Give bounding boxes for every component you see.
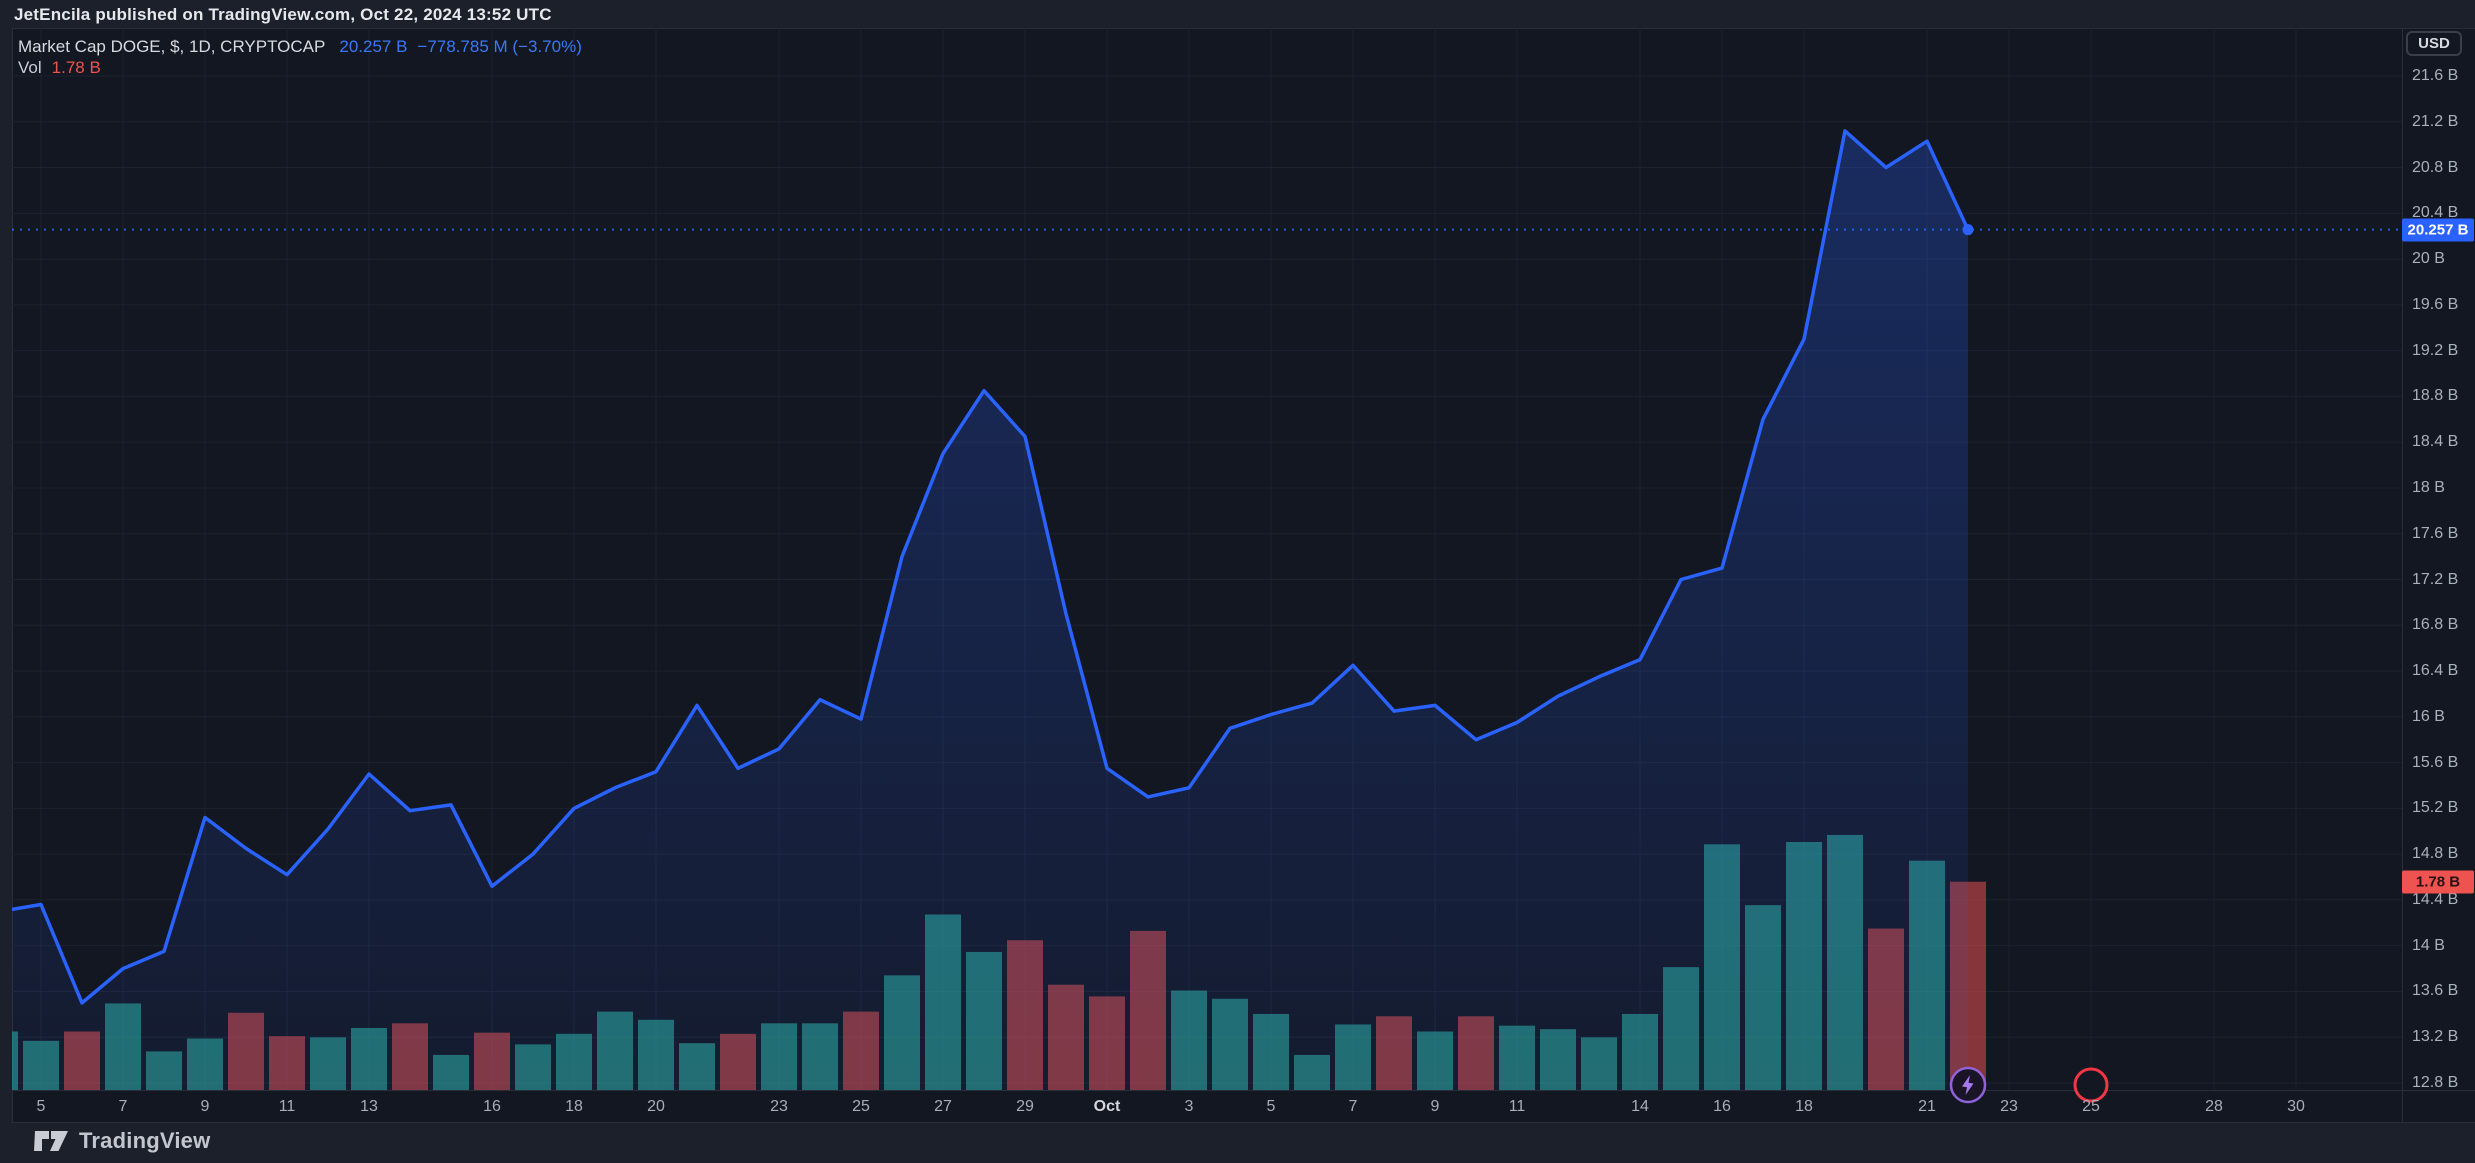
volume-indicator-label[interactable]: Vol [18, 57, 42, 78]
price-change-value: −778.785 M (−3.70%) [417, 36, 581, 57]
price-axis-label: 21.6 B [2412, 67, 2472, 85]
x-axis-label: 5 [1267, 1098, 1276, 1116]
price-axis-label: 17.6 B [2412, 525, 2472, 543]
x-axis-label: 7 [1349, 1098, 1358, 1116]
x-axis-label: 25 [852, 1098, 870, 1116]
x-axis-label: 9 [1431, 1098, 1440, 1116]
x-axis-label: 23 [2000, 1098, 2018, 1116]
chart-plot-area[interactable] [12, 28, 2402, 1122]
x-axis-label: 29 [1016, 1098, 1034, 1116]
price-axis-label: 19.6 B [2412, 296, 2472, 314]
x-axis-label: 28 [2205, 1098, 2223, 1116]
tradingview-logo-text: TradingView [79, 1128, 210, 1154]
chart-legend[interactable]: Market Cap DOGE, $, 1D, CRYPTOCAP 20.257… [18, 36, 582, 78]
price-axis-label: 21.2 B [2412, 113, 2472, 131]
x-axis-label: 11 [1509, 1098, 1526, 1116]
price-axis-label: 16 B [2412, 708, 2472, 726]
price-axis-label: 14 B [2412, 937, 2472, 955]
price-axis-label: 13.6 B [2412, 982, 2472, 1000]
lightning-icon[interactable] [1951, 1068, 1985, 1102]
x-axis-label: 14 [1631, 1098, 1649, 1116]
x-axis-label: 16 [483, 1098, 501, 1116]
price-axis-label: 20.8 B [2412, 159, 2472, 177]
tradingview-published-chart: JetEncila published on TradingView.com, … [0, 0, 2475, 1163]
price-axis-label: 15.2 B [2412, 799, 2472, 817]
last-price-axis-flag: 20.257 B [2402, 218, 2474, 241]
x-axis-label: 18 [565, 1098, 583, 1116]
x-axis-label: 25 [2082, 1098, 2100, 1116]
us-flag-icon[interactable] [2075, 1069, 2107, 1101]
x-axis-month-label: Oct [1094, 1098, 1121, 1116]
x-axis-label: 3 [1185, 1098, 1194, 1116]
x-axis-label: 20 [647, 1098, 665, 1116]
x-axis-label: 23 [770, 1098, 788, 1116]
last-point-dot [1963, 224, 1974, 235]
tradingview-footer[interactable]: TradingView [34, 1128, 210, 1154]
volume-value: 1.78 B [52, 57, 101, 78]
volume-axis-flag: 1.78 B [2402, 870, 2474, 893]
price-axis-label: 16.4 B [2412, 662, 2472, 680]
x-axis-label: 11 [279, 1098, 296, 1116]
x-axis-label: 7 [119, 1098, 128, 1116]
x-axis-label: 27 [934, 1098, 952, 1116]
price-axis-label: 19.2 B [2412, 342, 2472, 360]
price-axis-label: 13.2 B [2412, 1028, 2472, 1046]
frame-border-bottom [12, 1122, 2475, 1123]
x-axis-label: 21 [1918, 1098, 1936, 1116]
currency-usd-button[interactable]: USD [2406, 31, 2462, 56]
x-axis-label: 16 [1713, 1098, 1731, 1116]
price-axis-label: 17.2 B [2412, 571, 2472, 589]
x-axis-label: 30 [2287, 1098, 2305, 1116]
x-axis-label: 18 [1795, 1098, 1813, 1116]
price-axis-label: 16.8 B [2412, 616, 2472, 634]
price-axis-label: 14.4 B [2412, 891, 2472, 909]
tradingview-logo-icon [34, 1128, 70, 1154]
symbol-title[interactable]: Market Cap DOGE, $, 1D, CRYPTOCAP [18, 36, 325, 57]
price-axis-label: 12.8 B [2412, 1074, 2472, 1092]
price-axis-label: 20 B [2412, 250, 2472, 268]
price-axis-label: 15.6 B [2412, 754, 2472, 772]
x-axis-label: 5 [37, 1098, 46, 1116]
attribution-text: JetEncila published on TradingView.com, … [14, 5, 552, 25]
price-axis-label: 18.8 B [2412, 387, 2472, 405]
x-axis-label: 13 [360, 1098, 378, 1116]
price-axis-label: 18 B [2412, 479, 2472, 497]
x-axis-label: 9 [201, 1098, 210, 1116]
mcap-area-fill [12, 131, 1968, 1090]
price-axis-label: 18.4 B [2412, 433, 2472, 451]
price-axis-label: 14.8 B [2412, 845, 2472, 863]
last-price-value: 20.257 B [339, 36, 407, 57]
